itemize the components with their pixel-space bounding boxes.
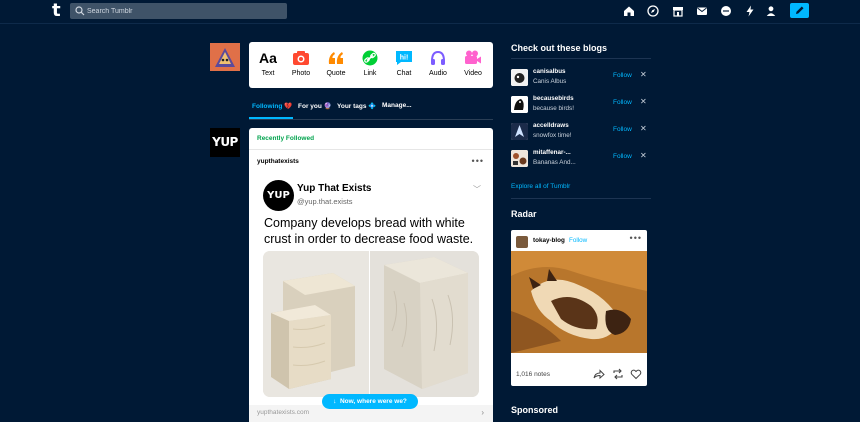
blog-avatar — [511, 150, 528, 167]
radar-cat-painting[interactable] — [511, 251, 647, 353]
tweet-text: Company develops bread with white crust … — [264, 216, 474, 246]
post-source-url[interactable]: yupthatexists.com — [257, 409, 309, 416]
activity-icon[interactable] — [744, 5, 756, 17]
tweet-image[interactable] — [263, 251, 479, 397]
top-bar: t — [0, 0, 860, 24]
radar-notes-count[interactable]: 1,016 notes — [516, 371, 550, 378]
tweet-author-handle: @yup.that.exists — [297, 197, 353, 206]
blog-avatar — [511, 123, 528, 140]
blog-title: snowfox time! — [533, 132, 572, 139]
post-author-avatar[interactable]: YUP — [210, 128, 240, 157]
tab-manage[interactable]: Manage... — [382, 102, 412, 109]
quote-icon — [328, 52, 343, 64]
svg-text:hi!: hi! — [400, 55, 409, 62]
text-post-button[interactable]: Aa Text — [251, 50, 285, 77]
explore-icon[interactable] — [647, 5, 659, 17]
user-avatar-image — [210, 43, 240, 71]
account-icon[interactable] — [765, 5, 777, 17]
follow-button[interactable]: Follow — [613, 72, 632, 79]
shop-icon[interactable] — [672, 5, 684, 17]
link-icon — [362, 50, 378, 66]
chevron-down-icon[interactable]: ﹀ — [473, 184, 481, 195]
user-avatar[interactable] — [210, 43, 240, 71]
audio-icon — [431, 50, 445, 65]
radar-more-icon[interactable]: ••• — [630, 233, 642, 243]
bread-slices-image — [263, 251, 369, 397]
post-more-icon[interactable]: ••• — [472, 156, 484, 166]
dismiss-icon[interactable]: ✕ — [640, 70, 647, 79]
tweet-author-name: Yup That Exists — [297, 183, 372, 194]
jump-to-position-button[interactable]: ↓ Now, where were we? — [322, 394, 418, 409]
messages-icon[interactable] — [720, 5, 732, 17]
share-icon[interactable] — [593, 368, 605, 380]
blog-name[interactable]: mitaffenar-... — [533, 149, 571, 156]
recommended-blog-row[interactable]: canisalbus Canis Albus Follow ✕ — [511, 67, 651, 87]
tumblr-logo[interactable]: t — [52, 2, 66, 20]
radar-post: tokay-blog Follow ••• 1,016 notes — [511, 230, 647, 386]
photo-icon — [293, 51, 309, 65]
feed-post: Recently Followed yupthatexists ••• YUP … — [249, 128, 493, 422]
blog-title: because birds! — [533, 105, 574, 112]
radar-blog-avatar[interactable] — [516, 236, 528, 248]
post-author-name[interactable]: yupthatexists — [257, 158, 299, 165]
recommended-blog-row[interactable]: becausebirds because birds! Follow ✕ — [511, 94, 651, 114]
tab-your-tags[interactable]: Your tags 💠 — [337, 102, 376, 110]
dismiss-icon[interactable]: ✕ — [640, 151, 647, 160]
compose-button[interactable] — [790, 3, 809, 18]
search-box[interactable] — [70, 3, 287, 19]
blog-title: Bananas And... — [533, 159, 576, 166]
tab-following[interactable]: Following 💔 — [252, 102, 292, 110]
tabs-divider — [249, 119, 493, 120]
photo-post-button[interactable]: Photo — [284, 50, 318, 77]
blog-avatar — [511, 69, 528, 86]
chevron-right-icon: › — [481, 408, 484, 417]
radar-blog-name[interactable]: tokay-blog — [533, 237, 565, 244]
sponsored-heading: Sponsored — [511, 405, 559, 415]
blog-name[interactable]: canisalbus — [533, 68, 566, 75]
post-divider — [249, 149, 493, 150]
dismiss-icon[interactable]: ✕ — [640, 124, 647, 133]
blog-name[interactable]: becausebirds — [533, 95, 574, 102]
dismiss-icon[interactable]: ✕ — [640, 97, 647, 106]
text-icon: Aa — [259, 50, 277, 66]
follow-button[interactable]: Follow — [613, 153, 632, 160]
arrow-down-icon: ↓ — [333, 398, 340, 405]
quote-post-button[interactable]: Quote — [319, 50, 353, 77]
recommended-blog-row[interactable]: mitaffenar-... Bananas And... Follow ✕ — [511, 148, 651, 168]
blogs-heading: Check out these blogs — [511, 43, 608, 53]
home-icon[interactable] — [623, 5, 635, 17]
follow-button[interactable]: Follow — [613, 126, 632, 133]
sidebar-divider — [511, 198, 651, 199]
recently-followed-badge: Recently Followed — [257, 135, 315, 142]
recommended-blog-row[interactable]: accelldraws snowfox time! Follow ✕ — [511, 121, 651, 141]
chat-icon: hi! — [396, 51, 412, 65]
follow-button[interactable]: Follow — [613, 99, 632, 106]
link-post-button[interactable]: Link — [353, 50, 387, 77]
blog-title: Canis Albus — [533, 78, 567, 85]
chat-post-button[interactable]: hi! Chat — [387, 50, 421, 77]
radar-heading: Radar — [511, 209, 537, 219]
audio-post-button[interactable]: Audio — [421, 50, 455, 77]
blog-avatar — [511, 96, 528, 113]
compose-icon — [796, 6, 804, 14]
video-icon — [465, 50, 481, 64]
search-icon — [75, 6, 85, 16]
blog-name[interactable]: accelldraws — [533, 122, 569, 129]
video-post-button[interactable]: Video — [456, 50, 490, 77]
tab-for-you[interactable]: For you 🔮 — [298, 102, 332, 110]
radar-follow-button[interactable]: Follow — [569, 237, 587, 244]
explore-link[interactable]: Explore all of Tumblr — [511, 183, 570, 190]
sidebar-divider — [511, 58, 651, 59]
reblog-icon[interactable] — [612, 368, 624, 380]
like-heart-icon[interactable] — [630, 368, 642, 380]
post-composer: Aa Text Photo Quote Link hi! Chat Audio … — [249, 42, 493, 88]
tweet-avatar: YUP — [263, 180, 294, 211]
inbox-icon[interactable] — [696, 5, 708, 17]
bread-loaf-image — [370, 251, 479, 397]
search-input[interactable] — [87, 3, 282, 19]
